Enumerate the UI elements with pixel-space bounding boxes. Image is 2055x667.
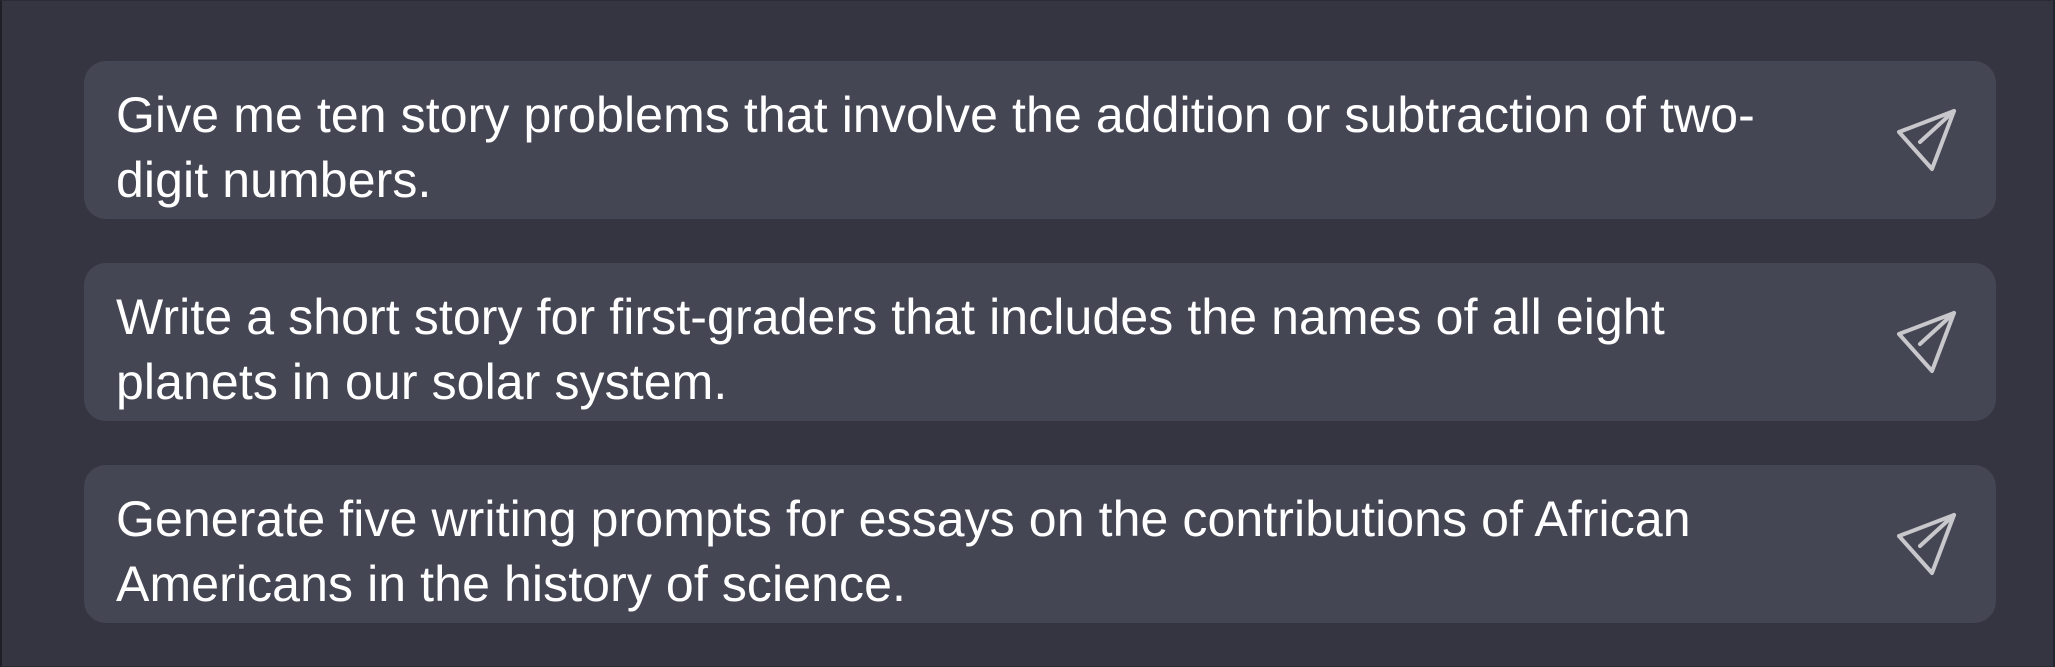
send-icon (1897, 109, 1956, 171)
send-button[interactable] (1890, 305, 1964, 379)
send-button[interactable] (1890, 507, 1964, 581)
send-icon (1897, 513, 1956, 575)
prompt-text: Write a short story for first-graders th… (116, 289, 1665, 410)
prompt-list: Give me ten story problems that involve … (84, 61, 1996, 623)
suggested-prompts-panel: Give me ten story problems that involve … (0, 0, 2055, 667)
prompt-card-2[interactable]: Write a short story for first-graders th… (84, 263, 1996, 421)
prompt-text: Give me ten story problems that involve … (116, 87, 1755, 208)
prompt-card-3[interactable]: Generate five writing prompts for essays… (84, 465, 1996, 623)
prompt-card-1[interactable]: Give me ten story problems that involve … (84, 61, 1996, 219)
prompt-text: Generate five writing prompts for essays… (116, 491, 1691, 612)
send-button[interactable] (1890, 103, 1964, 177)
send-icon (1897, 311, 1956, 373)
